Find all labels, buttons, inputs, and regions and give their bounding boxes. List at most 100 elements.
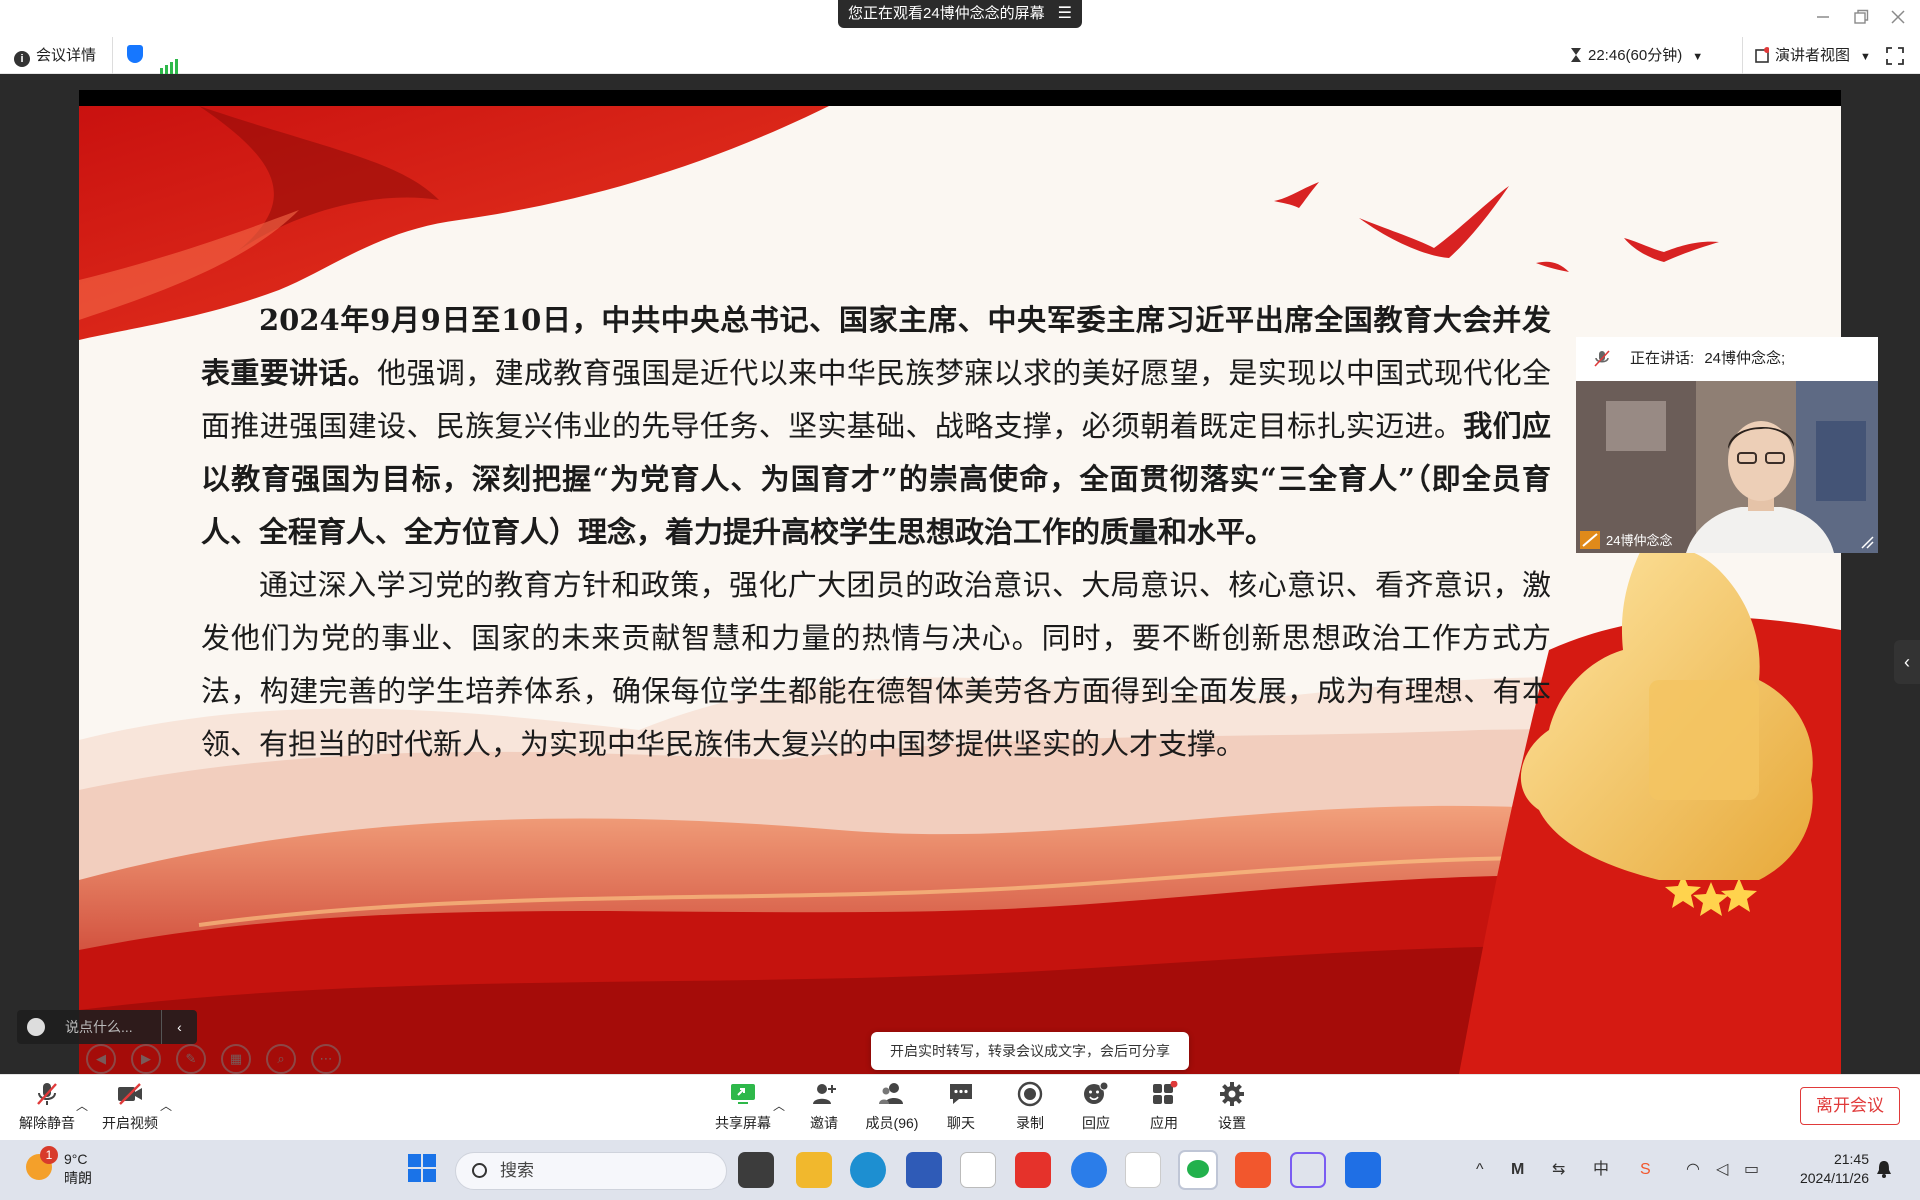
speaker-view-icon — [1755, 47, 1770, 63]
sougou-icon[interactable] — [1235, 1152, 1271, 1188]
network-weak-icon — [1580, 531, 1600, 549]
react-label: 回应 — [1082, 1115, 1110, 1131]
start-video-label: 开启视频 — [102, 1115, 158, 1131]
search-label: 搜索 — [500, 1161, 534, 1180]
security-button[interactable] — [112, 37, 143, 74]
chat-quick-input[interactable]: 说点什么... ‹ — [17, 1010, 197, 1044]
more-icon[interactable]: ⋯ — [311, 1044, 341, 1074]
previous-slide-icon[interactable]: ◀ — [86, 1044, 116, 1074]
mic-muted-icon — [37, 1083, 57, 1105]
apps-button[interactable]: 应用 — [1129, 1081, 1199, 1133]
meeting-app-icon[interactable] — [1345, 1152, 1381, 1188]
mic-muted-icon — [1594, 350, 1610, 367]
meeting-info-bar: i 会议详情 22:46(60分钟) ▼ 演讲者视图 ▼ — [0, 37, 1920, 74]
members-label: 成员(96) — [865, 1115, 919, 1131]
creative-app-icon[interactable] — [1290, 1152, 1326, 1188]
view-mode-button[interactable]: 演讲者视图 ▼ — [1742, 37, 1871, 74]
sougou-tray-icon[interactable]: S — [1640, 1140, 1651, 1200]
members-icon — [879, 1083, 903, 1104]
network-signal-icon[interactable] — [160, 37, 180, 74]
notification-bell-icon[interactable] — [1876, 1160, 1892, 1178]
search-icon — [472, 1163, 487, 1178]
file-explorer-icon[interactable] — [796, 1152, 832, 1188]
wifi-icon[interactable]: ◠ — [1686, 1140, 1700, 1200]
chat-button[interactable]: 聊天 — [926, 1081, 996, 1133]
expand-panel-button[interactable]: ‹ — [1894, 640, 1920, 684]
settings-button[interactable]: 设置 — [1197, 1081, 1267, 1133]
unmute-button[interactable]: 解除静音 — [12, 1081, 82, 1133]
zoom-icon[interactable]: ⌕ — [266, 1044, 296, 1074]
windows-start-icon[interactable] — [407, 1153, 437, 1183]
tray-sliders-icon[interactable]: ⇆ — [1552, 1140, 1565, 1200]
camera-off-icon — [118, 1083, 142, 1105]
screen-share-notice[interactable]: 您正在观看24博仲念念的屏幕 ☰ — [838, 0, 1082, 28]
slide-body-text: 2024年9月9日至10日，中共中央总书记、国家主席、中央军委主席习近平出席全国… — [201, 294, 1551, 771]
chevron-left-icon[interactable]: ‹ — [161, 1010, 197, 1044]
slide-grid-icon[interactable]: ▦ — [221, 1044, 251, 1074]
temperature: 9°C — [64, 1151, 88, 1167]
close-icon[interactable] — [1890, 9, 1906, 25]
pen-icon[interactable]: ✎ — [176, 1044, 206, 1074]
transcription-tip[interactable]: 开启实时转写，转录会议成文字，会后可分享 — [871, 1032, 1189, 1070]
chat-label: 聊天 — [947, 1115, 975, 1131]
chat-placeholder: 说点什么... — [65, 1019, 133, 1035]
chevron-up-icon[interactable]: ︿ — [76, 1097, 88, 1114]
members-button[interactable]: 成员(96) — [857, 1081, 927, 1133]
store-icon[interactable] — [906, 1152, 942, 1188]
start-video-button[interactable]: 开启视频 — [95, 1081, 165, 1133]
settings-label: 设置 — [1218, 1115, 1246, 1131]
edge-browser-icon[interactable] — [850, 1152, 886, 1188]
mail-app-icon[interactable] — [960, 1152, 996, 1188]
record-button[interactable]: 录制 — [995, 1081, 1065, 1133]
wechat-icon[interactable] — [1178, 1150, 1218, 1190]
speaker-label: 正在讲话: — [1630, 350, 1695, 367]
share-notice-text: 您正在观看24博仲念念的屏幕 — [848, 5, 1045, 22]
volume-icon[interactable]: ◁ — [1716, 1140, 1728, 1200]
minimize-icon[interactable] — [1816, 10, 1830, 24]
menu-icon[interactable]: ☰ — [1058, 0, 1072, 28]
shield-icon — [127, 45, 143, 63]
chevron-down-icon: ▼ — [1692, 51, 1704, 63]
chevron-up-icon[interactable]: ︿ — [160, 1097, 172, 1114]
chevron-up-icon[interactable]: ^ — [1476, 1140, 1484, 1200]
record-label: 录制 — [1016, 1115, 1044, 1131]
resize-handle-icon[interactable] — [1860, 535, 1874, 549]
restore-icon[interactable] — [1853, 9, 1869, 25]
task-view-icon[interactable] — [738, 1152, 774, 1188]
speaker-name-tag: 24博仲念念 — [1606, 533, 1673, 548]
shared-screen-area: 2024年9月9日至10日，中共中央总书记、国家主席、中央军委主席习近平出席全国… — [0, 74, 1920, 1074]
ime-indicator[interactable]: 中 — [1593, 1140, 1609, 1200]
meeting-timer[interactable]: 22:46(60分钟) ▼ — [1570, 37, 1703, 74]
emoji-icon[interactable] — [27, 1018, 45, 1036]
react-button[interactable]: 回应 — [1061, 1081, 1131, 1133]
browser-app-icon[interactable] — [1071, 1152, 1107, 1188]
chevron-up-icon[interactable]: ︿ — [773, 1097, 785, 1114]
battery-icon[interactable]: ▭ — [1744, 1140, 1759, 1200]
invite-button[interactable]: 邀请 — [789, 1081, 859, 1133]
next-slide-icon[interactable]: ▶ — [131, 1044, 161, 1074]
notification-badge: 1 — [40, 1146, 58, 1164]
chat-icon — [950, 1084, 972, 1104]
unmute-label: 解除静音 — [19, 1115, 75, 1131]
info-icon: i — [14, 51, 30, 67]
speaker-video-tile[interactable]: 正在讲话: 24博仲念念; 24博仲念念 — [1576, 337, 1878, 553]
fullscreen-icon[interactable] — [1886, 47, 1904, 65]
speaker-header: 正在讲话: 24博仲念念; — [1576, 337, 1878, 381]
leave-meeting-button[interactable]: 离开会议 — [1800, 1087, 1900, 1125]
taskbar-search[interactable]: 搜索 — [455, 1152, 727, 1190]
meeting-details-button[interactable]: i 会议详情 — [14, 37, 96, 74]
share-screen-button[interactable]: 共享屏幕 — [708, 1081, 778, 1133]
speaker-video-image — [1576, 381, 1878, 553]
timer-text: 22:46(60分钟) — [1588, 47, 1683, 64]
view-mode-label: 演讲者视图 — [1775, 47, 1851, 64]
tray-app-icon[interactable]: M — [1511, 1140, 1524, 1200]
taskbar-clock[interactable]: 21:45 2024/11/26 — [1785, 1150, 1869, 1188]
title-bar: 您正在观看24博仲念念的屏幕 ☰ — [0, 0, 1920, 37]
apps-label: 应用 — [1150, 1115, 1178, 1131]
huawei-app-icon[interactable] — [1015, 1152, 1051, 1188]
meeting-details-label: 会议详情 — [36, 47, 97, 64]
meeting-toolbar: 解除静音 ︿ 开启视频 ︿ 共享屏幕 ︿ 邀请 成员(96) 聊天 录制 回应 … — [0, 1074, 1920, 1140]
wps-icon[interactable] — [1125, 1152, 1161, 1188]
weather-text: 9°C 晴朗 — [64, 1150, 92, 1188]
hourglass-icon — [1571, 48, 1581, 62]
